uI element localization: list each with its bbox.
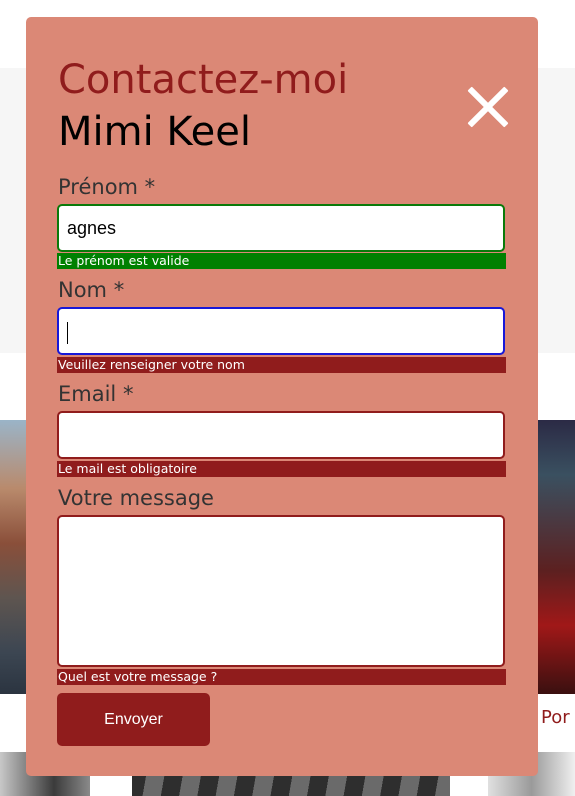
first-name-message: Le prénom est valide [57,253,506,269]
close-icon[interactable] [466,85,510,129]
gallery-caption: Por [541,707,570,728]
email-message: Le mail est obligatoire [57,461,506,477]
submit-button[interactable]: Envoyer [57,693,210,746]
modal-title: Contactez-moi [58,57,349,103]
gallery-photo[interactable] [536,420,575,694]
message-textarea[interactable] [57,515,505,667]
email-input[interactable] [57,411,505,459]
message-label: Votre message [58,486,214,510]
photographer-name: Mimi Keel [58,109,251,155]
last-name-input[interactable] [57,307,505,355]
message-message: Quel est votre message ? [57,669,506,685]
text-caret [67,322,68,344]
first-name-input[interactable] [57,204,505,252]
contact-modal: Contactez-moi Mimi Keel Prénom * Le prén… [26,17,538,776]
last-name-label: Nom * [58,278,125,302]
last-name-message: Veuillez renseigner votre nom [57,357,506,373]
email-label: Email * [58,382,134,406]
first-name-label: Prénom * [58,175,156,199]
